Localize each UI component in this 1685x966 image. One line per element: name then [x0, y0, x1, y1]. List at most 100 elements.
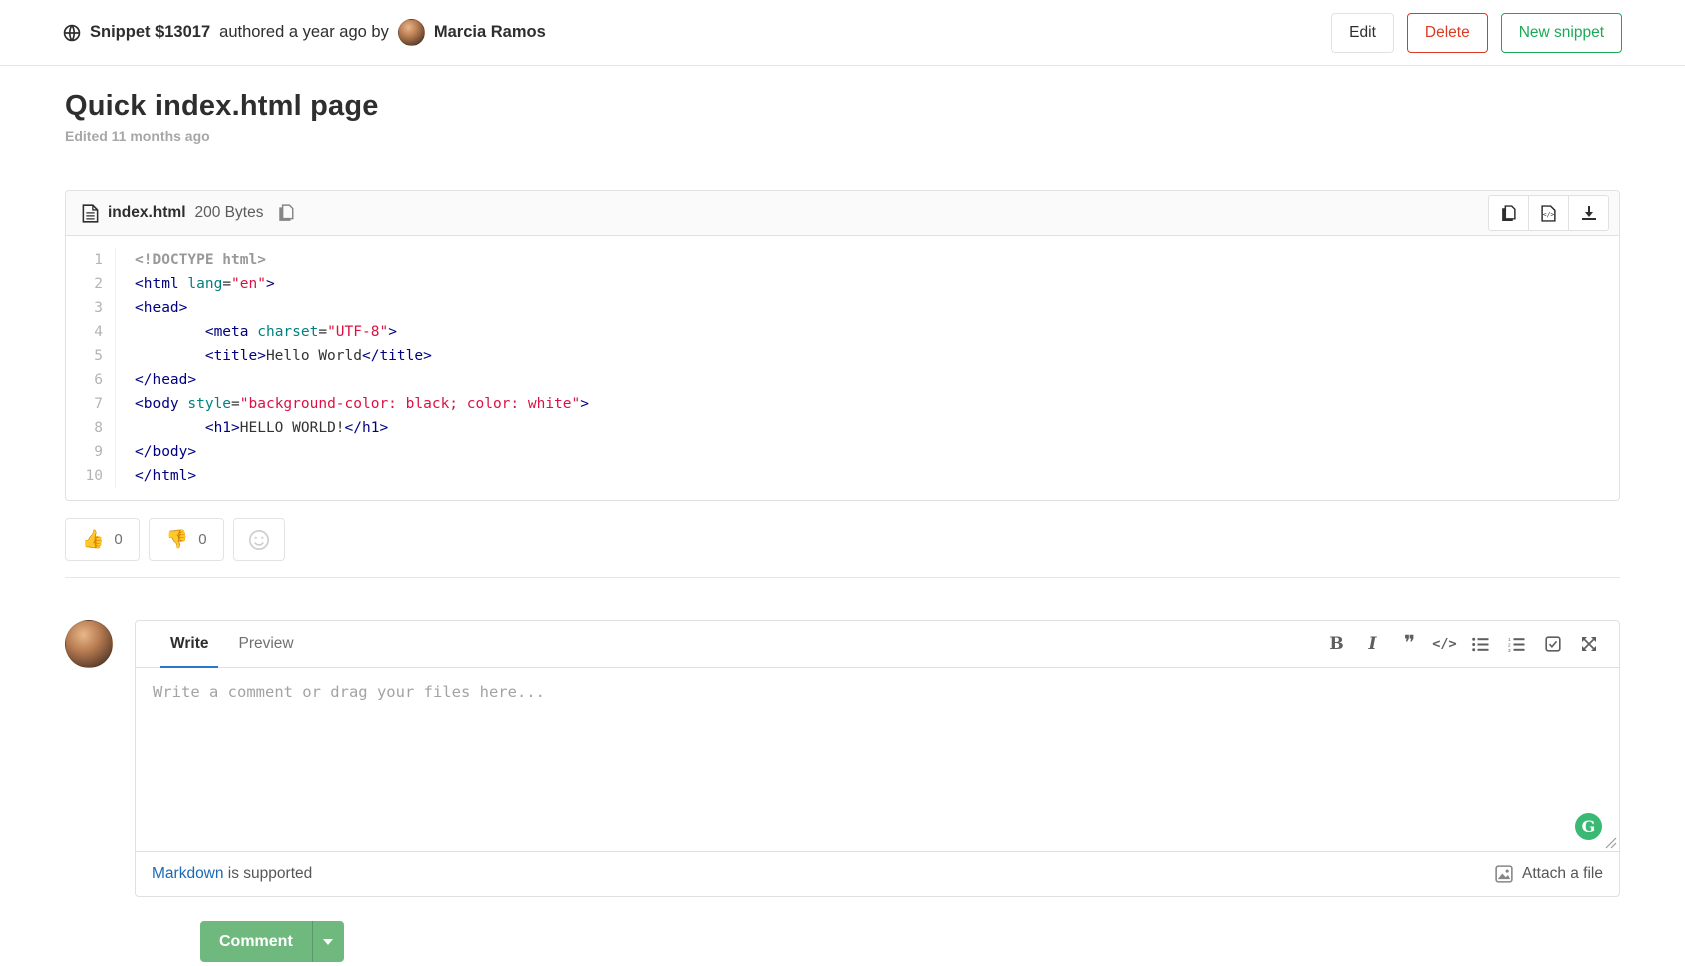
- line-number[interactable]: 8: [66, 416, 116, 440]
- code-button[interactable]: </>: [1428, 621, 1461, 667]
- smiley-icon: [248, 529, 270, 551]
- task-list-icon: [1545, 636, 1561, 652]
- raw-file-icon: </>: [1541, 205, 1556, 222]
- thumbs-up-button[interactable]: 👍 0: [65, 518, 140, 561]
- code-content: <title>Hello World</title>: [116, 344, 432, 368]
- markdown-suffix: is supported: [224, 865, 313, 882]
- edit-button[interactable]: Edit: [1331, 13, 1394, 53]
- line-number[interactable]: 5: [66, 344, 116, 368]
- line-number[interactable]: 3: [66, 296, 116, 320]
- fullscreen-icon: [1581, 636, 1597, 652]
- code-content: <h1>HELLO WORLD!</h1>: [116, 416, 388, 440]
- download-button[interactable]: [1568, 195, 1609, 231]
- svg-text:1: 1: [1508, 637, 1511, 642]
- markdown-link[interactable]: Markdown: [152, 865, 224, 882]
- copy-contents-button[interactable]: [1488, 195, 1529, 231]
- submit-row: Comment: [200, 921, 1620, 962]
- quote-button[interactable]: ❞: [1392, 621, 1425, 667]
- code-line: 9</body>: [66, 440, 1619, 464]
- globe-icon: [63, 24, 81, 42]
- line-number[interactable]: 1: [66, 248, 116, 272]
- editor-footer: Markdown is supported Attach a file: [136, 851, 1619, 896]
- new-comment-section: Write Preview B I ❞ </>: [65, 620, 1620, 897]
- code-icon: </>: [1432, 636, 1456, 652]
- add-reaction-button[interactable]: [233, 518, 285, 561]
- line-number[interactable]: 9: [66, 440, 116, 464]
- file-header: index.html 200 Bytes: [66, 191, 1619, 236]
- code-line: 3<head>: [66, 296, 1619, 320]
- code-line: 5 <title>Hello World</title>: [66, 344, 1619, 368]
- thumbs-up-count: 0: [114, 531, 122, 548]
- copy-file-path-button[interactable]: [272, 204, 300, 222]
- attach-image-icon: [1495, 865, 1513, 883]
- file-card: index.html 200 Bytes: [65, 190, 1620, 501]
- file-name: index.html: [108, 204, 186, 222]
- open-raw-button[interactable]: </>: [1528, 195, 1569, 231]
- chevron-down-icon: [323, 939, 333, 945]
- numbered-list-button[interactable]: 1 2 3: [1500, 621, 1533, 667]
- bullet-list-button[interactable]: [1464, 621, 1497, 667]
- main-content: Quick index.html page Edited 11 months a…: [0, 90, 1685, 962]
- line-number[interactable]: 4: [66, 320, 116, 344]
- tab-preview[interactable]: Preview: [228, 621, 303, 668]
- markdown-supported: Markdown is supported: [152, 865, 312, 883]
- code-line: 2<html lang="en">: [66, 272, 1619, 296]
- authored-text: authored a year ago by: [219, 23, 389, 42]
- grammarly-badge[interactable]: G: [1575, 813, 1602, 840]
- numbered-list-icon: 1 2 3: [1508, 637, 1525, 652]
- comment-form: Write Preview B I ❞ </>: [135, 620, 1620, 897]
- thumbs-down-icon: 👎: [166, 529, 188, 550]
- code-line: 7<body style="background-color: black; c…: [66, 392, 1619, 416]
- markdown-editor-header: Write Preview B I ❞ </>: [136, 621, 1619, 668]
- line-number[interactable]: 10: [66, 464, 116, 488]
- snippet-id: Snippet $13017: [90, 23, 210, 42]
- snippet-actions: Edit Delete New snippet: [1331, 13, 1622, 53]
- delete-button[interactable]: Delete: [1407, 13, 1488, 53]
- notes-divider: [65, 577, 1620, 578]
- line-number[interactable]: 2: [66, 272, 116, 296]
- editor-body: G: [136, 668, 1619, 851]
- code-content: <meta charset="UTF-8">: [116, 320, 397, 344]
- task-list-button[interactable]: [1536, 621, 1569, 667]
- attach-file-button[interactable]: Attach a file: [1495, 865, 1603, 883]
- code-line: 1<!DOCTYPE html>: [66, 248, 1619, 272]
- thumbs-down-count: 0: [198, 531, 206, 548]
- author-avatar[interactable]: [398, 19, 425, 46]
- code-content: </head>: [116, 368, 196, 392]
- bold-icon: B: [1329, 634, 1343, 654]
- fullscreen-button[interactable]: [1572, 621, 1605, 667]
- code-content: <html lang="en">: [116, 272, 275, 296]
- svg-text:2: 2: [1508, 642, 1511, 647]
- line-number[interactable]: 6: [66, 368, 116, 392]
- bullet-list-icon: [1472, 637, 1489, 652]
- italic-button[interactable]: I: [1356, 621, 1389, 667]
- code-content: </body>: [116, 440, 196, 464]
- snippet-meta: Snippet $13017 authored a year ago by Ma…: [63, 19, 546, 46]
- thumbs-down-button[interactable]: 👎 0: [149, 518, 224, 561]
- award-emoji-block: 👍 0 👎 0: [65, 518, 1620, 577]
- line-number[interactable]: 7: [66, 392, 116, 416]
- new-snippet-button[interactable]: New snippet: [1501, 13, 1622, 53]
- tab-write[interactable]: Write: [160, 621, 218, 668]
- comment-button[interactable]: Comment: [200, 921, 312, 962]
- code-content: </html>: [116, 464, 196, 488]
- markdown-toolbar: B I ❞ </>: [1320, 621, 1605, 667]
- page-title: Quick index.html page: [65, 90, 1620, 123]
- file-actions: </>: [1488, 195, 1609, 231]
- quote-icon: ❞: [1404, 639, 1413, 649]
- attach-file-label: Attach a file: [1522, 865, 1603, 883]
- current-user-avatar: [65, 620, 113, 668]
- copy-icon: [278, 204, 294, 222]
- code-line: 4 <meta charset="UTF-8">: [66, 320, 1619, 344]
- bold-button[interactable]: B: [1320, 621, 1353, 667]
- comment-split-button: Comment: [200, 921, 344, 962]
- resize-handle[interactable]: [1605, 837, 1617, 849]
- file-document-icon: [82, 204, 99, 223]
- code-line: 8 <h1>HELLO WORLD!</h1>: [66, 416, 1619, 440]
- comment-input[interactable]: [136, 668, 1619, 851]
- author-name[interactable]: Marcia Ramos: [434, 23, 546, 42]
- code-content: <body style="background-color: black; co…: [116, 392, 589, 416]
- edited-timestamp: Edited 11 months ago: [65, 128, 1620, 144]
- copy-contents-icon: [1501, 205, 1516, 222]
- comment-options-dropdown[interactable]: [313, 921, 344, 962]
